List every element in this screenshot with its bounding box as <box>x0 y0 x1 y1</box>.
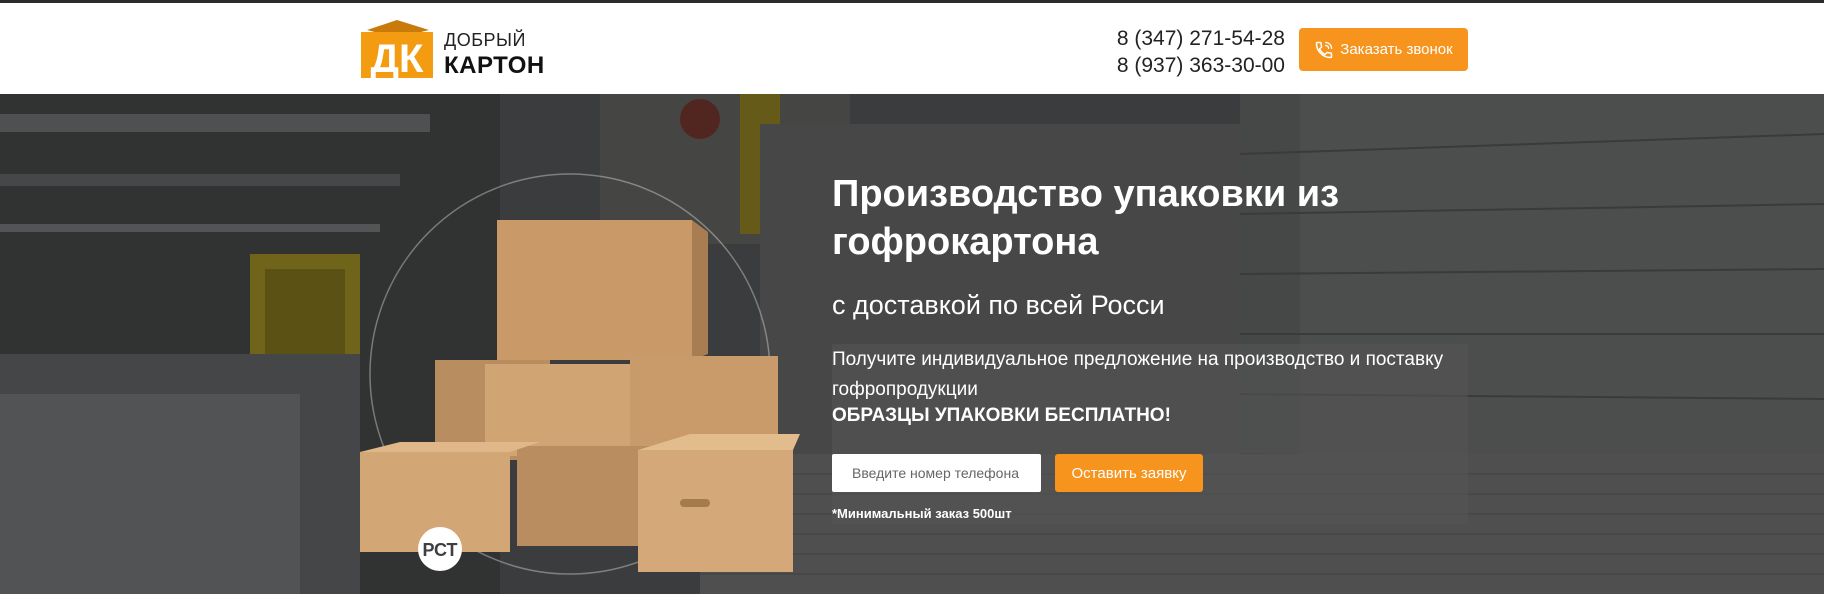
request-call-button[interactable]: Заказать звонок <box>1299 28 1468 71</box>
hero-title: Производство упаковки из гофрокартона <box>832 173 1340 263</box>
logo-mark-text: ДК <box>371 37 424 80</box>
logo-mark-icon: ДК <box>361 20 433 80</box>
hero-subtitle: с доставкой по всей Росси <box>832 290 1165 320</box>
phone-input[interactable] <box>832 454 1041 492</box>
hero-section: РСТ Производство упаковки из гофрокартон… <box>0 94 1824 594</box>
logo-text-top: ДОБРЫЙ <box>444 30 526 50</box>
svg-text:РСТ: РСТ <box>422 540 457 560</box>
logo-text-bottom: КАРТОН <box>444 52 545 79</box>
submit-request-button[interactable]: Оставить заявку <box>1055 454 1203 492</box>
request-call-label: Заказать звонок <box>1340 41 1453 58</box>
rst-certification-icon: РСТ <box>418 527 462 571</box>
minimum-order-note: *Минимальный заказ 500шт <box>832 506 1012 521</box>
phone-number-2[interactable]: 8 (937) 363-30-00 <box>1117 52 1285 79</box>
phone-number-1[interactable]: 8 (347) 271-54-28 <box>1117 25 1285 52</box>
phone-list: 8 (347) 271-54-28 8 (937) 363-30-00 <box>1117 25 1285 79</box>
phone-icon <box>1316 41 1333 58</box>
logo[interactable]: ДК ДОБРЫЙ КАРТОН <box>357 18 557 80</box>
site-header: ДК ДОБРЫЙ КАРТОН 8 (347) 271-54-28 8 (93… <box>0 3 1824 94</box>
hero-description: Получите индивидуальное предложение на п… <box>832 349 1444 400</box>
free-samples-highlight: ОБРАЗЦЫ УПАКОВКИ БЕСПЛАТНО! <box>832 405 1171 426</box>
cardboard-boxes-image: РСТ <box>360 173 800 575</box>
